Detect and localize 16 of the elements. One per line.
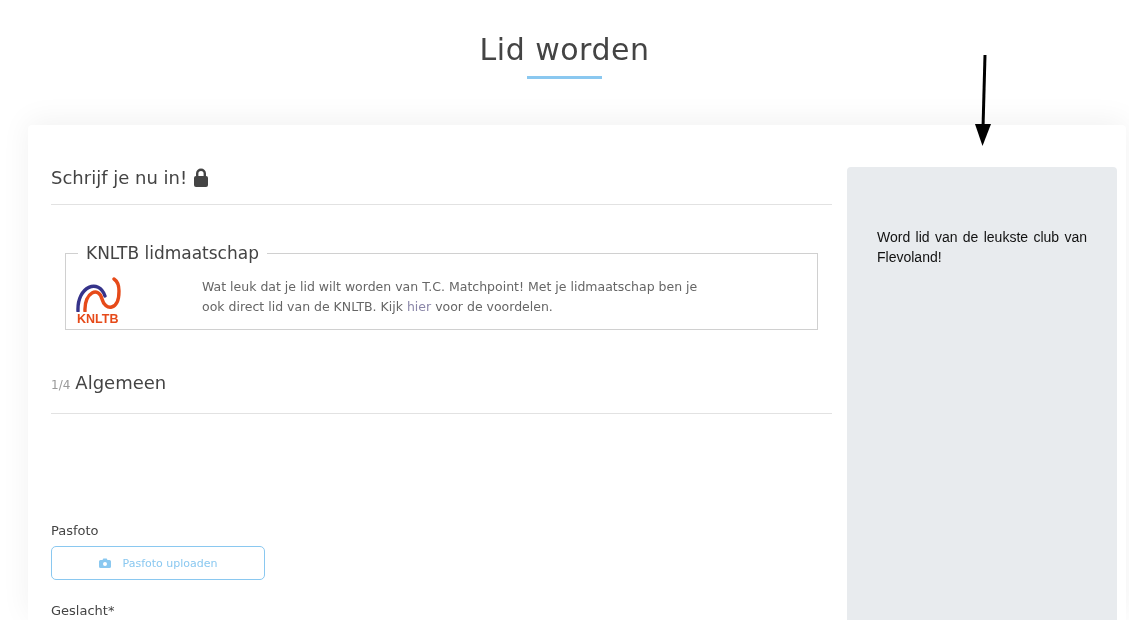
page-title: Lid worden xyxy=(479,31,650,69)
sidebar-text: Word lid van de leukste club van Flevoland! xyxy=(877,228,1087,267)
field-label: Pasfoto xyxy=(51,522,99,540)
membership-text: Wat leuk dat je lid wilt worden van T.C. Matchpoint! Met je lidmaatschap ben je ook direct lid van de KNLTB. Kijk hier voor de voordelen. xyxy=(202,278,699,316)
benefits-link[interactable]: hier xyxy=(406,299,432,314)
form-heading: Schrijf je nu in! xyxy=(51,166,188,188)
upload-button[interactable]: Pasfoto uploaden xyxy=(51,546,265,580)
camera-icon xyxy=(98,558,111,568)
field-label: Geslacht* xyxy=(51,602,115,620)
section-heading: Algemeen xyxy=(75,372,167,393)
membership-legend: KNLTB lidmaatschap xyxy=(78,241,267,265)
logo-wordmark: KNLTB xyxy=(77,312,119,326)
down-arrow-icon xyxy=(972,54,992,146)
lock-icon xyxy=(193,167,210,187)
wave-logo-icon xyxy=(75,277,123,312)
step-counter: 1/4 xyxy=(51,378,71,392)
